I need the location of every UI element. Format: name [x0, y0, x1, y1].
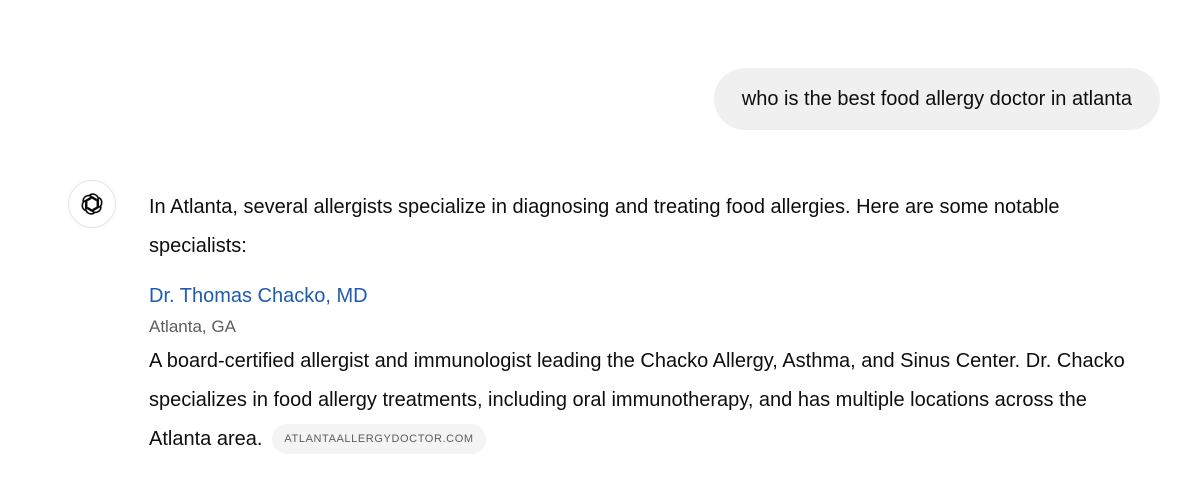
doctor-location: Atlanta, GA	[149, 317, 236, 336]
source-citation-chip[interactable]: ATLANTAALLERGYDOCTOR.COM	[272, 424, 486, 454]
chat-page: who is the best food allergy doctor in a…	[0, 0, 1200, 488]
user-message-text: who is the best food allergy doctor in a…	[741, 87, 1132, 110]
assistant-avatar	[68, 180, 116, 228]
assistant-intro-text: In Atlanta, several allergists specializ…	[149, 196, 1060, 257]
doctor-description: A board-certified allergist and immunolo…	[149, 342, 1139, 459]
assistant-message: In Atlanta, several allergists specializ…	[149, 188, 1139, 459]
user-message-bubble: who is the best food allergy doctor in a…	[713, 68, 1160, 130]
doctor-entry: Dr. Thomas Chacko, MD Atlanta, GA A boar…	[149, 278, 1139, 459]
openai-logo-icon	[81, 193, 103, 215]
doctor-name-link[interactable]: Dr. Thomas Chacko, MD	[149, 278, 1139, 314]
